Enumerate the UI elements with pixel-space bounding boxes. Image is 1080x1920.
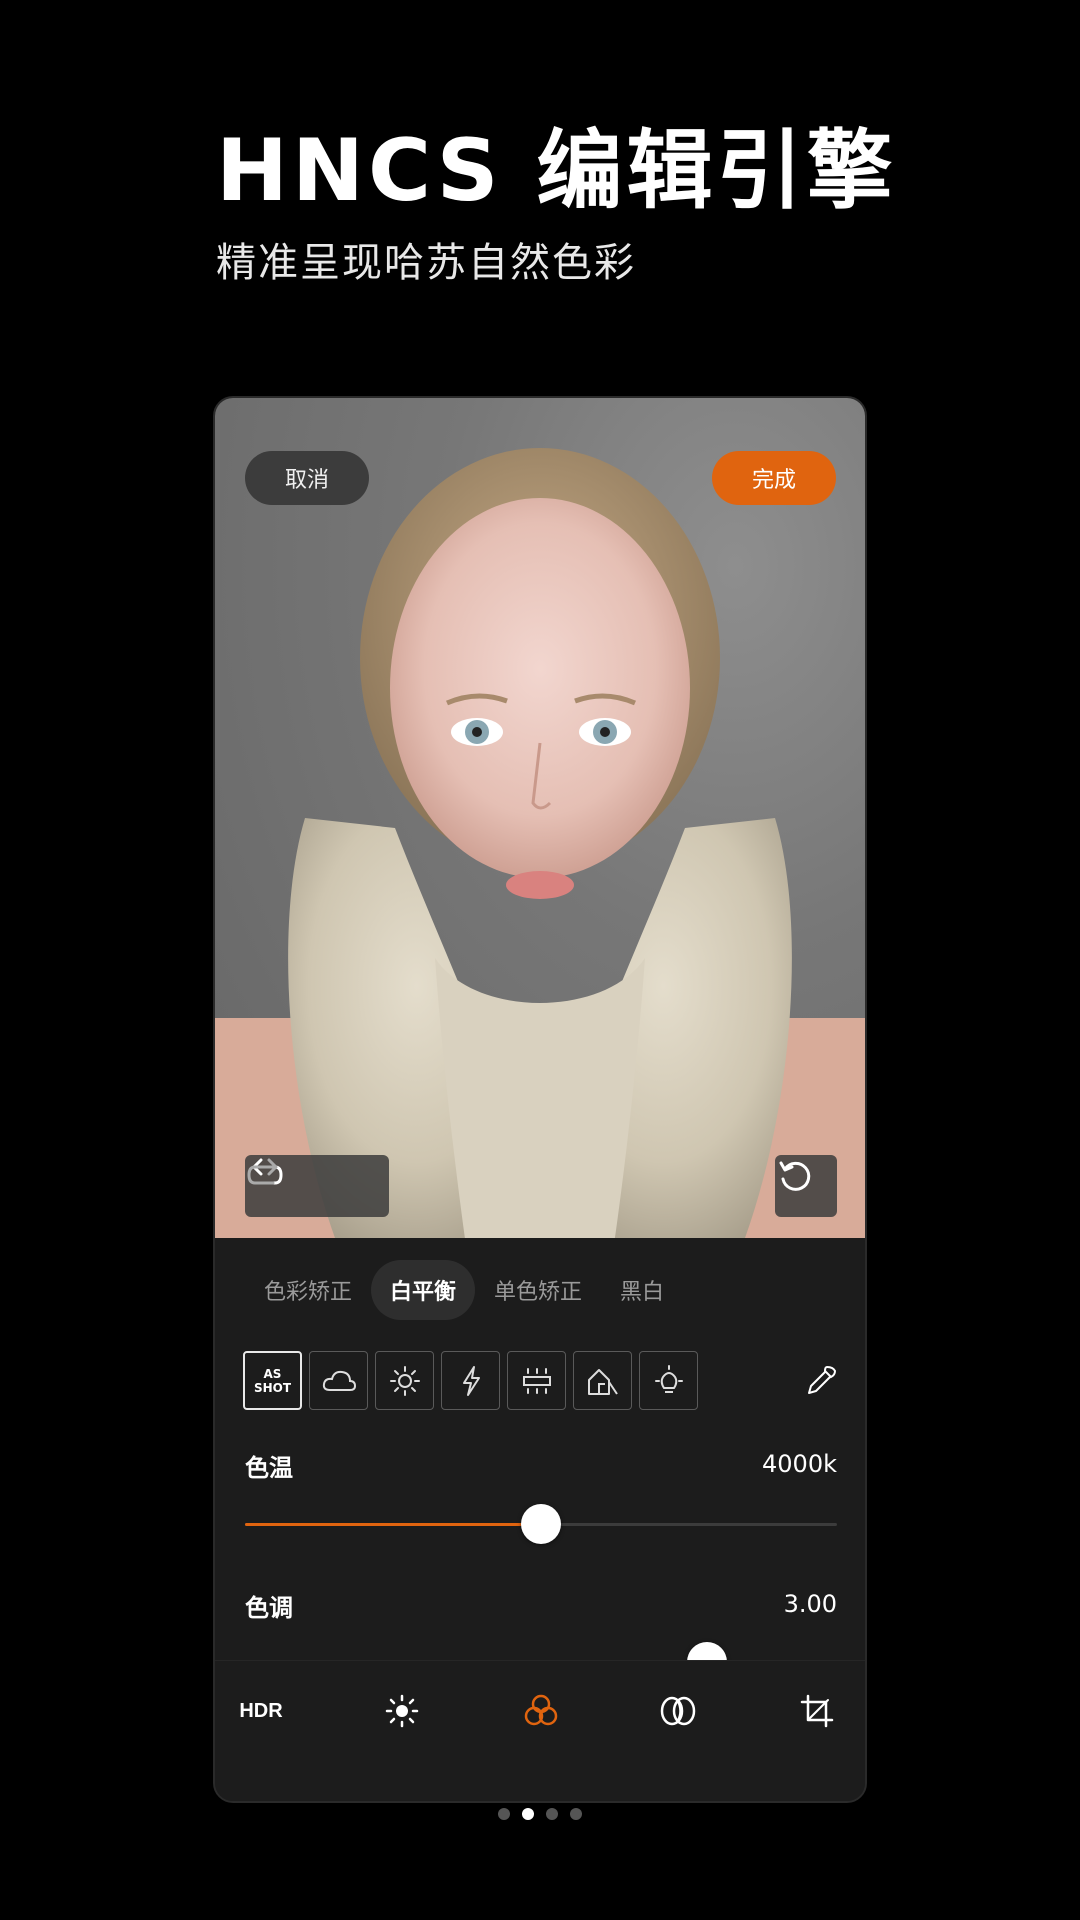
tint-label: 色调	[245, 1594, 293, 1622]
reset-button[interactable]	[775, 1155, 837, 1217]
nav-color[interactable]	[511, 1681, 571, 1741]
nav-crop[interactable]	[787, 1681, 847, 1741]
as-shot-line1: AS	[263, 1366, 282, 1381]
temperature-slider[interactable]	[245, 1504, 837, 1544]
tab-black-white[interactable]: 黑白	[601, 1260, 683, 1320]
sun-icon	[389, 1365, 420, 1396]
page-dot[interactable]	[570, 1808, 582, 1820]
eyedropper-icon	[808, 1365, 837, 1394]
filter-icon	[660, 1696, 696, 1726]
preset-daylight[interactable]	[375, 1351, 434, 1410]
hero-title: HNCS 编辑引擎	[216, 121, 897, 221]
shade-icon	[587, 1368, 618, 1395]
page-indicator	[498, 1808, 582, 1820]
temperature-slider-thumb[interactable]	[521, 1504, 561, 1544]
wb-presets: AS SHOT	[243, 1351, 698, 1410]
flash-icon	[462, 1365, 480, 1396]
preset-tungsten[interactable]	[639, 1351, 698, 1410]
redo-button[interactable]	[247, 1155, 389, 1217]
color-icon	[524, 1694, 558, 1726]
crop-icon	[800, 1694, 834, 1728]
reset-icon	[779, 1161, 811, 1191]
tint-value: 3.00	[783, 1590, 837, 1618]
fluorescent-icon	[522, 1367, 551, 1394]
cloud-icon	[322, 1370, 356, 1391]
page-dot-active[interactable]	[522, 1808, 534, 1820]
preset-flash[interactable]	[441, 1351, 500, 1410]
eyedropper-button[interactable]	[798, 1358, 844, 1404]
preset-fluorescent[interactable]	[507, 1351, 566, 1410]
temperature-label: 色温	[245, 1454, 293, 1482]
nav-filter[interactable]	[649, 1681, 709, 1741]
tab-mono-correction[interactable]: 单色矫正	[475, 1260, 601, 1320]
phone-mockup: 取消 完成 色彩矫正 白平衡 单色矫正 黑白 AS SHOT 色温 4000k …	[213, 396, 867, 1803]
as-shot-line2: SHOT	[253, 1380, 292, 1395]
cancel-button[interactable]: 取消	[245, 451, 369, 505]
page-dot[interactable]	[546, 1808, 558, 1820]
preset-as-shot[interactable]: AS SHOT	[243, 1351, 302, 1410]
page-dot[interactable]	[498, 1808, 510, 1820]
light-icon	[385, 1694, 419, 1728]
adjust-tabs: 色彩矫正 白平衡 单色矫正 黑白	[245, 1260, 683, 1320]
portrait-image	[215, 448, 865, 1238]
nav-light[interactable]	[372, 1681, 432, 1741]
redo-icon	[247, 1158, 278, 1185]
temperature-value: 4000k	[762, 1450, 837, 1478]
bottom-toolbar: HDR	[215, 1660, 865, 1801]
undo-redo-group	[245, 1155, 389, 1217]
done-button[interactable]: 完成	[712, 451, 836, 505]
tab-white-balance[interactable]: 白平衡	[371, 1260, 476, 1320]
photo-preview: 取消 完成	[215, 398, 865, 1238]
tab-color-correction[interactable]: 色彩矫正	[245, 1260, 371, 1320]
nav-hdr[interactable]: HDR	[231, 1681, 291, 1741]
preset-shade[interactable]	[573, 1351, 632, 1410]
hero-subtitle: 精准呈现哈苏自然色彩	[216, 240, 636, 286]
temperature-slider-fill	[245, 1523, 541, 1526]
preset-cloudy[interactable]	[309, 1351, 368, 1410]
tungsten-icon	[654, 1364, 683, 1393]
